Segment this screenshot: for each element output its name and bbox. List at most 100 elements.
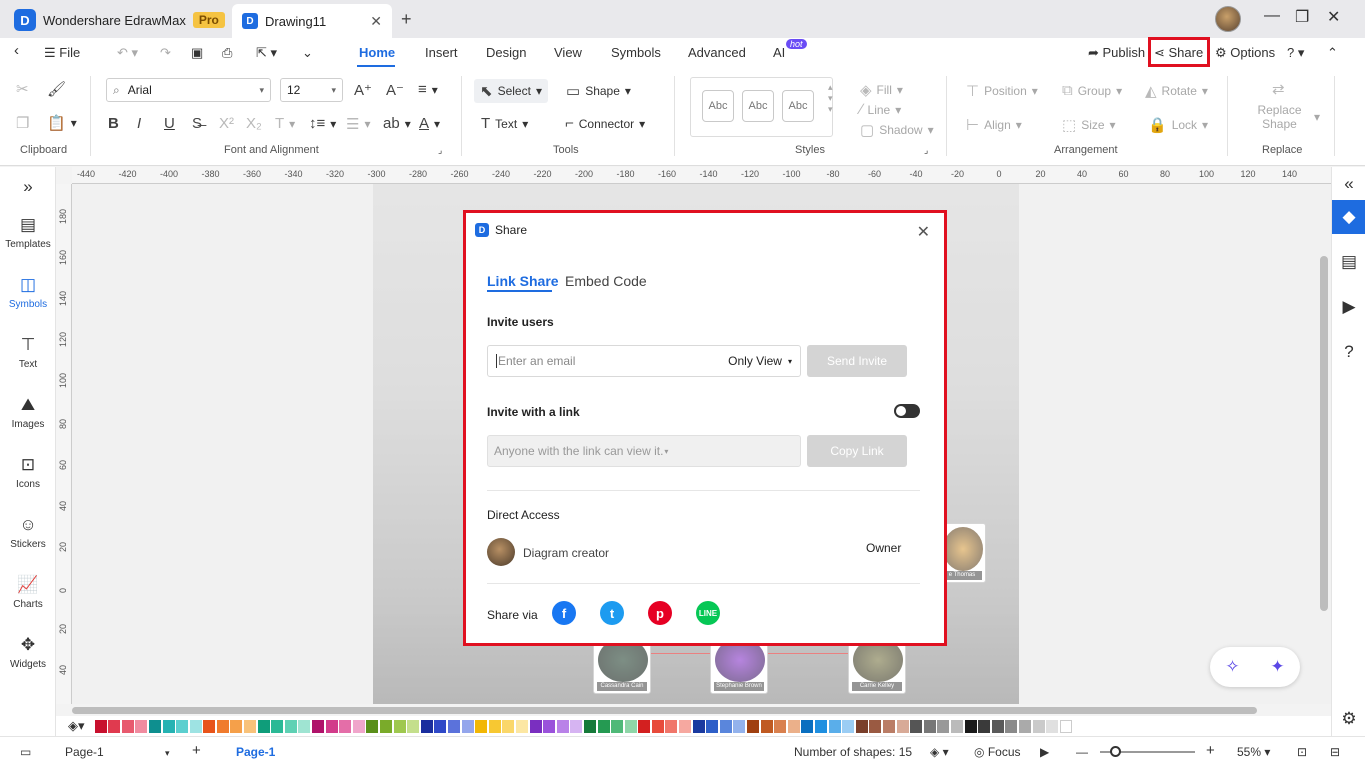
color-swatch[interactable] bbox=[611, 719, 624, 733]
pinterest-icon[interactable]: p bbox=[648, 601, 672, 625]
copy-link-button[interactable]: Copy Link bbox=[807, 435, 907, 467]
twitter-icon[interactable]: t bbox=[600, 601, 624, 625]
color-swatch[interactable] bbox=[230, 719, 243, 733]
send-invite-button[interactable]: Send Invite bbox=[807, 345, 907, 377]
link-permission-select[interactable]: Anyone with the link can view it. ▾ bbox=[487, 435, 801, 467]
color-swatch[interactable] bbox=[407, 719, 420, 733]
color-swatch[interactable] bbox=[842, 719, 855, 733]
tab-home[interactable]: Home bbox=[359, 45, 395, 60]
decrease-font-icon[interactable]: A⁻ bbox=[386, 81, 404, 99]
line-icon[interactable]: LINE bbox=[696, 601, 720, 625]
settings-gear-icon[interactable]: ⚙ bbox=[1332, 702, 1365, 736]
font-color-icon[interactable]: A ▾ bbox=[419, 115, 440, 132]
page-properties-icon[interactable]: ▤ bbox=[1332, 245, 1365, 279]
more-icon[interactable]: ⌄ bbox=[302, 45, 313, 61]
invite-link-toggle[interactable] bbox=[894, 404, 920, 418]
symbols-button[interactable]: ◫ Symbols bbox=[0, 275, 56, 310]
color-swatch[interactable] bbox=[570, 719, 583, 733]
tab-view[interactable]: View bbox=[554, 45, 582, 60]
color-swatch[interactable] bbox=[325, 719, 338, 733]
color-swatch[interactable] bbox=[515, 719, 528, 733]
color-swatch[interactable] bbox=[135, 719, 148, 733]
color-swatch[interactable] bbox=[488, 719, 501, 733]
vertical-scrollbar[interactable] bbox=[1317, 184, 1331, 704]
save-icon[interactable]: ▣ bbox=[191, 45, 203, 61]
color-swatch[interactable] bbox=[162, 719, 175, 733]
color-swatch[interactable] bbox=[352, 719, 365, 733]
fullscreen-icon[interactable]: ⊟ bbox=[1330, 745, 1340, 759]
undo-icon[interactable]: ↶ ▾ bbox=[117, 45, 138, 61]
color-swatch[interactable] bbox=[1005, 719, 1018, 733]
email-input[interactable] bbox=[496, 354, 696, 368]
add-page-button[interactable]: + bbox=[192, 742, 201, 759]
format-painter-icon[interactable]: 🖌 bbox=[47, 80, 66, 98]
subscript-icon[interactable]: X₂ bbox=[246, 115, 262, 132]
redo-icon[interactable]: ↷ bbox=[160, 45, 171, 61]
publish-button[interactable]: ➦ Publish bbox=[1088, 45, 1145, 61]
position-button[interactable]: ⊤ Position ▾ bbox=[966, 82, 1038, 100]
color-swatch[interactable] bbox=[964, 719, 977, 733]
color-swatch[interactable] bbox=[339, 719, 352, 733]
color-swatch[interactable] bbox=[257, 719, 270, 733]
text-button[interactable]: ⊤ Text bbox=[0, 335, 56, 370]
text-style-icon[interactable]: ab ▾ bbox=[383, 115, 411, 132]
facebook-icon[interactable]: f bbox=[552, 601, 576, 625]
ai-sparkle-icon[interactable]: ✦ bbox=[1270, 657, 1284, 677]
bold-icon[interactable]: B bbox=[108, 115, 119, 132]
lock-button[interactable]: 🔒 Lock ▾ bbox=[1148, 116, 1208, 134]
style-sample-2[interactable]: Abc bbox=[742, 90, 774, 122]
color-swatch[interactable] bbox=[1032, 719, 1045, 733]
style-sample-1[interactable]: Abc bbox=[702, 90, 734, 122]
align-icon[interactable]: ≡ ▾ bbox=[418, 81, 438, 98]
color-swatch[interactable] bbox=[1046, 719, 1059, 733]
color-swatch[interactable] bbox=[787, 719, 800, 733]
horizontal-scrollbar[interactable] bbox=[72, 704, 1331, 716]
replace-shape-button[interactable]: Replace Shape ▾ bbox=[1250, 103, 1320, 131]
color-swatch[interactable] bbox=[665, 719, 678, 733]
color-swatch[interactable] bbox=[978, 719, 991, 733]
tab-ai[interactable]: AI bbox=[773, 45, 785, 60]
scrollbar-thumb[interactable] bbox=[1320, 256, 1328, 611]
page-select[interactable]: Page-1 ▾ bbox=[65, 745, 170, 759]
export-icon[interactable]: ⇱ ▾ bbox=[256, 45, 277, 61]
tab-insert[interactable]: Insert bbox=[425, 45, 458, 60]
back-icon[interactable]: ‹ bbox=[14, 42, 19, 59]
zoom-level[interactable]: 55% ▾ bbox=[1237, 745, 1270, 759]
file-menu[interactable]: ☰ File bbox=[44, 45, 80, 61]
tab-advanced[interactable]: Advanced bbox=[688, 45, 746, 60]
help-icon[interactable]: ? ▾ bbox=[1287, 45, 1304, 61]
color-swatch[interactable] bbox=[420, 719, 433, 733]
color-swatch[interactable] bbox=[556, 719, 569, 733]
color-swatch[interactable] bbox=[937, 719, 950, 733]
color-swatch[interactable] bbox=[815, 719, 827, 733]
fit-page-icon[interactable]: ⊡ bbox=[1297, 745, 1307, 759]
copy-icon[interactable]: ❐ bbox=[16, 114, 29, 132]
color-swatch[interactable] bbox=[733, 719, 746, 733]
tab-embed-code[interactable]: Embed Code bbox=[565, 273, 647, 289]
close-window-button[interactable]: ✕ bbox=[1327, 7, 1340, 27]
align-button[interactable]: ⊢ Align ▾ bbox=[966, 116, 1022, 134]
color-swatch[interactable] bbox=[434, 719, 447, 733]
options-button[interactable]: ⚙ Options bbox=[1215, 45, 1275, 61]
italic-icon[interactable]: I bbox=[137, 115, 141, 132]
zoom-slider-knob[interactable] bbox=[1110, 746, 1121, 757]
page-tab[interactable]: Page-1 bbox=[236, 745, 275, 759]
close-tab-icon[interactable]: ✕ bbox=[370, 13, 382, 30]
focus-button[interactable]: ◎ Focus bbox=[974, 745, 1021, 759]
color-swatch[interactable] bbox=[597, 719, 610, 733]
list-icon[interactable]: ☰ ▾ bbox=[346, 115, 370, 133]
size-button[interactable]: ⬚ Size ▾ bbox=[1062, 116, 1116, 134]
color-swatch[interactable] bbox=[950, 719, 963, 733]
color-swatch[interactable] bbox=[624, 719, 637, 733]
permission-dropdown[interactable]: Only View ▾ bbox=[728, 354, 792, 368]
color-swatch[interactable] bbox=[380, 719, 392, 733]
color-swatch[interactable] bbox=[774, 719, 787, 733]
user-avatar[interactable] bbox=[1215, 6, 1241, 32]
underline-icon[interactable]: U bbox=[164, 115, 175, 132]
color-swatch[interactable] bbox=[882, 719, 895, 733]
scrollbar-thumb[interactable] bbox=[72, 707, 1257, 714]
connector-tool-button[interactable]: ⌐ Connector ▾ bbox=[565, 115, 645, 132]
collapse-right-panel-icon[interactable]: « bbox=[1332, 167, 1365, 201]
color-swatch[interactable] bbox=[529, 719, 542, 733]
tab-symbols[interactable]: Symbols bbox=[611, 45, 661, 60]
